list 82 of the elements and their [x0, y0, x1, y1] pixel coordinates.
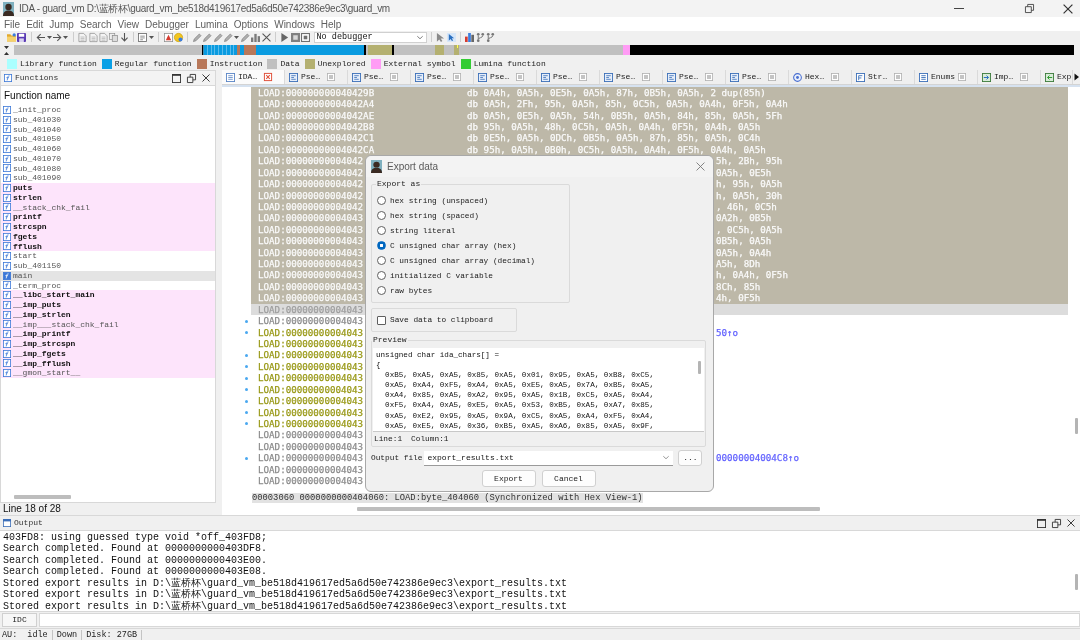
log-line: Stored export results in D:\蓝桥杯\guard_vm_be518d419617ed5a6d50e742386e9ec3\export_results.txt: [3, 600, 568, 613]
operand-text: , 46h, 0C5h: [716, 201, 777, 212]
operand-text: 0B5h, 0A5h: [716, 236, 772, 247]
status-text: AU:: [2, 629, 18, 640]
status-text: 00003060 0000000000404060: LOAD:byte_404060 (Synchronized with Hex View-1): [252, 492, 643, 503]
address-text: LOAD:00000000004042C1: [258, 133, 375, 144]
operand-text: 00000004004C8↑o: [716, 453, 799, 464]
address-text: LOAD:00000000004043: [258, 304, 364, 315]
address-text: LOAD:00000000004043: [258, 316, 364, 327]
operand-text: h, 0A4h, 0F5h: [716, 270, 788, 281]
address-text: LOAD:00000000004042A4: [258, 99, 375, 110]
operand-text: db 0A5h, 0E5h, 0A5h, 54h, 0B5h, 0A5h, 84h, 85h, 0A5h, 5Fh: [467, 110, 783, 121]
log-line: Stored export results in D:\蓝桥杯\guard_vm_be518d419617ed5a6d50e742386e9ec3\export_results.txt: [3, 589, 568, 601]
address-text: LOAD:00000000004042CA: [258, 144, 375, 155]
operand-text: 50↑o: [716, 327, 739, 338]
operand-text: 0A5h, 0E5h: [716, 167, 772, 178]
status-text: idle: [27, 629, 48, 640]
address-text: LOAD:00000000004043: [258, 418, 364, 429]
operand-text: 4h, 0F5h: [716, 293, 761, 304]
legend-label: External symbol: [383, 58, 456, 69]
address-text: LOAD:00000000004043: [258, 430, 364, 441]
address-text: LOAD:00000000004043: [258, 407, 364, 418]
address-text: LOAD:00000000004043: [258, 350, 364, 361]
address-text: LOAD:00000000004043: [258, 293, 364, 304]
operand-text: db 0E5h, 0A5h, 0DCh, 0B5h, 0A5h, 87h, 85h, 0A5h, 0C4h: [467, 133, 761, 144]
operand-text: db 95h, 0A5h, 0B0h, 0C5h, 0A5h, 0A4h, 0F5h, 0A4h, 0A5h: [467, 144, 766, 155]
status-text: Down: [56, 629, 78, 640]
address-text: LOAD:00000000004043: [258, 236, 364, 247]
address-text: LOAD:00000000004042: [258, 201, 364, 212]
operand-text: db 95h, 0A5h, 48h, 0C5h, 0A5h, 0A4h, 0F5h, 0A4h, 0A5h: [467, 121, 761, 132]
window-title: IDA - guard_vm D:\蓝桥杯\guard_vm_be518d419617ed5a6d50e742386e9ec3\guard_vm: [19, 2, 390, 15]
panel-title: Functions: [15, 73, 59, 83]
address-text: LOAD:00000000004042: [258, 167, 364, 178]
address-text: LOAD:00000000004043: [258, 224, 364, 235]
log-line: Search completed. Found at 0000000000403E00.: [3, 554, 268, 566]
panel-title: Output: [14, 518, 43, 528]
status-text: Disk: 27GB: [86, 629, 138, 640]
operand-text: 0A2h, 0B5h: [716, 213, 772, 224]
address-text: LOAD:00000000004043: [258, 327, 364, 338]
group-label: Preview: [372, 335, 408, 345]
status-text: Line 18 of 28: [2, 503, 62, 515]
operand-text: db 0A5h, 2Fh, 95h, 0A5h, 85h, 0C5h, 0A5h, 0A4h, 0F5h, 0A4h: [467, 99, 788, 110]
address-text: LOAD:00000000004043: [258, 270, 364, 281]
address-text: LOAD:00000000004042: [258, 190, 364, 201]
address-text: LOAD:00000000004043: [258, 247, 364, 258]
legend-label: Regular function: [114, 58, 192, 69]
dialog-title: Export data: [387, 160, 439, 173]
address-text: LOAD:00000000004043: [258, 441, 364, 452]
log-line: Stored export results in D:\蓝桥杯\guard_vm_be518d419617ed5a6d50e742386e9ec3\export_results.txt: [3, 577, 568, 589]
legend-label: Lumina function: [473, 58, 546, 69]
operand-text: A5h, 8Dh: [716, 259, 761, 270]
operand-text: 8Ch, 85h: [716, 281, 761, 292]
address-text: LOAD:00000000004043: [258, 259, 364, 270]
address-text: LOAD:00000000004043: [258, 464, 364, 475]
address-text: LOAD:000000000040429B: [258, 87, 375, 98]
log-line: Search completed. Found at 0000000000403DF8.: [3, 543, 268, 555]
log-line: Search completed. Found at 0000000000403E08.: [3, 566, 268, 578]
address-text: LOAD:00000000004042: [258, 156, 364, 167]
address-text: LOAD:00000000004043: [258, 476, 364, 487]
address-text: LOAD:00000000004043: [258, 384, 364, 395]
legend-label: Instruction: [209, 58, 263, 69]
legend-label: Library function: [20, 58, 97, 69]
address-text: LOAD:00000000004042AE: [258, 110, 375, 121]
operand-text: 0A5h, 0A4h: [716, 247, 772, 258]
address-text: LOAD:00000000004043: [258, 373, 364, 384]
operand-text: 5h, 2Bh, 95h: [716, 156, 783, 167]
group-label: Export as: [376, 179, 422, 189]
operand-text: h, 0A5h, 30h: [716, 190, 783, 201]
address-text: LOAD:00000000004043: [258, 213, 364, 224]
operand-text: db 0A4h, 0A5h, 0E5h, 0A5h, 87h, 0B5h, 0A5h, 2 dup(85h): [467, 87, 766, 98]
legend-label: Unexplored: [317, 58, 366, 69]
address-text: LOAD:00000000004043: [258, 361, 364, 372]
address-text: LOAD:00000000004043: [258, 339, 364, 349]
log-line: 403FD8: using guessed type void *off_403FD8;: [3, 532, 268, 544]
address-text: LOAD:00000000004043: [258, 453, 364, 464]
address-text: LOAD:00000000004043: [258, 281, 364, 292]
address-text: LOAD:00000000004042: [258, 179, 364, 190]
address-text: LOAD:00000000004043: [258, 396, 364, 407]
operand-text: , 0C5h, 0A5h: [716, 224, 783, 235]
address-text: LOAD:00000000004042B8: [258, 121, 375, 132]
legend-label: Data: [280, 58, 300, 69]
operand-text: h, 95h, 0A5h: [716, 179, 783, 190]
